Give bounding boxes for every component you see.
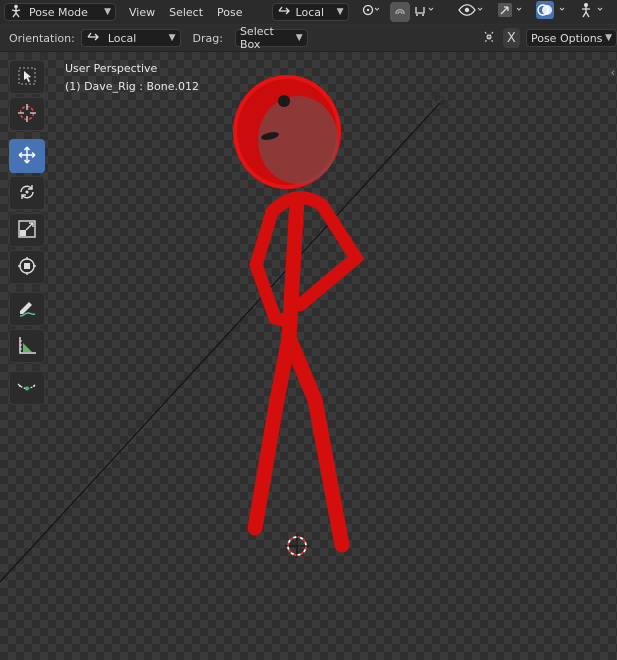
orientation-label: Orientation:	[9, 31, 75, 45]
chevron-down-icon: ▼	[168, 33, 176, 43]
mode-label: Pose Mode	[29, 5, 88, 19]
measure-icon	[17, 335, 37, 358]
visibility-dropdown[interactable]	[455, 2, 487, 22]
move-icon	[17, 145, 37, 168]
overlays-icon	[535, 1, 571, 23]
tool-scale[interactable]	[9, 213, 45, 247]
gizmo-icon	[497, 2, 525, 22]
local-axes-icon	[277, 5, 291, 20]
chevron-down-icon: ▼	[104, 7, 111, 17]
transform-space-dropdown[interactable]: Local ▼	[271, 3, 349, 21]
mode-dropdown[interactable]: Pose Mode ▼	[4, 3, 116, 21]
pose-options-label: Pose Options	[530, 31, 603, 45]
tool-select-box[interactable]	[9, 60, 45, 94]
chevron-down-icon: ▼	[605, 33, 612, 43]
orientation-dropdown[interactable]: Local ▼	[80, 29, 181, 47]
mirror-icon	[393, 3, 407, 21]
mirror-toggle[interactable]	[389, 2, 410, 22]
viewport-info: User Perspective (1) Dave_Rig : Bone.012	[65, 60, 199, 96]
menu-pose[interactable]: Pose	[210, 6, 249, 19]
eye-icon	[457, 3, 484, 21]
right-arm	[293, 198, 365, 312]
orientation-value: Local	[107, 31, 137, 45]
transform-space-label: Local	[295, 5, 325, 19]
armature-overlay-dropdown[interactable]	[577, 2, 609, 22]
light-gizmo	[429, 89, 451, 111]
3d-cursor	[285, 534, 309, 558]
menu-select[interactable]: Select	[162, 6, 210, 19]
tool-rotate[interactable]	[9, 176, 45, 210]
pose-mode-icon	[9, 4, 23, 21]
transform-icon	[17, 256, 37, 279]
x-mirror-button[interactable]: X	[502, 28, 520, 48]
tool-move[interactable]	[9, 139, 45, 173]
tool-measure[interactable]	[9, 329, 45, 363]
tool-transform[interactable]	[9, 250, 45, 284]
cursor-icon	[17, 103, 37, 126]
overlays-dropdown[interactable]	[533, 1, 573, 23]
snap-icon	[414, 3, 436, 21]
local-axes-icon	[86, 31, 100, 46]
pivot-point-button[interactable]	[358, 2, 384, 22]
eye	[278, 95, 290, 107]
menu-view[interactable]: View	[122, 6, 162, 19]
chevron-down-icon: ▼	[295, 33, 303, 43]
tool-cursor[interactable]	[9, 97, 45, 131]
right-leg	[281, 330, 350, 553]
sidebar-toggle-icon[interactable]: ‹	[611, 66, 615, 79]
select-box-icon	[17, 66, 37, 89]
scale-icon	[17, 219, 37, 242]
tool-settings-header: Orientation: Local ▼ Drag: Select Box ▼ …	[0, 25, 617, 52]
snapping-button[interactable]	[412, 2, 438, 22]
drag-dropdown[interactable]: Select Box ▼	[234, 25, 308, 51]
x-button-label: X	[506, 30, 516, 46]
scene-render	[0, 75, 451, 583]
annotate-icon	[17, 298, 37, 321]
tool-annotate[interactable]	[9, 292, 45, 326]
3d-viewport[interactable]: ‹	[0, 52, 617, 660]
armature-icon	[579, 2, 607, 22]
camera-guide-line	[0, 102, 441, 583]
relax-pose-icon	[16, 377, 38, 400]
tool-relax-pose[interactable]	[9, 371, 45, 405]
pose-options-dropdown[interactable]: Pose Options ▼	[525, 29, 617, 47]
left-leg	[247, 330, 297, 536]
bone-options-icon[interactable]	[481, 29, 497, 48]
drag-value: Select Box	[239, 25, 274, 51]
gizmo-dropdown[interactable]	[495, 2, 527, 22]
object-info-label: (1) Dave_Rig : Bone.012	[65, 80, 199, 93]
drag-label: Drag:	[192, 31, 223, 45]
dave-head	[233, 75, 341, 189]
rotate-icon	[17, 182, 37, 205]
perspective-label: User Perspective	[65, 62, 158, 75]
chevron-down-icon: ▼	[336, 7, 344, 17]
viewport-header: Pose Mode ▼ View Select Pose Local ▼	[0, 0, 617, 24]
pivot-icon	[361, 3, 381, 21]
tool-shelf	[9, 60, 47, 408]
